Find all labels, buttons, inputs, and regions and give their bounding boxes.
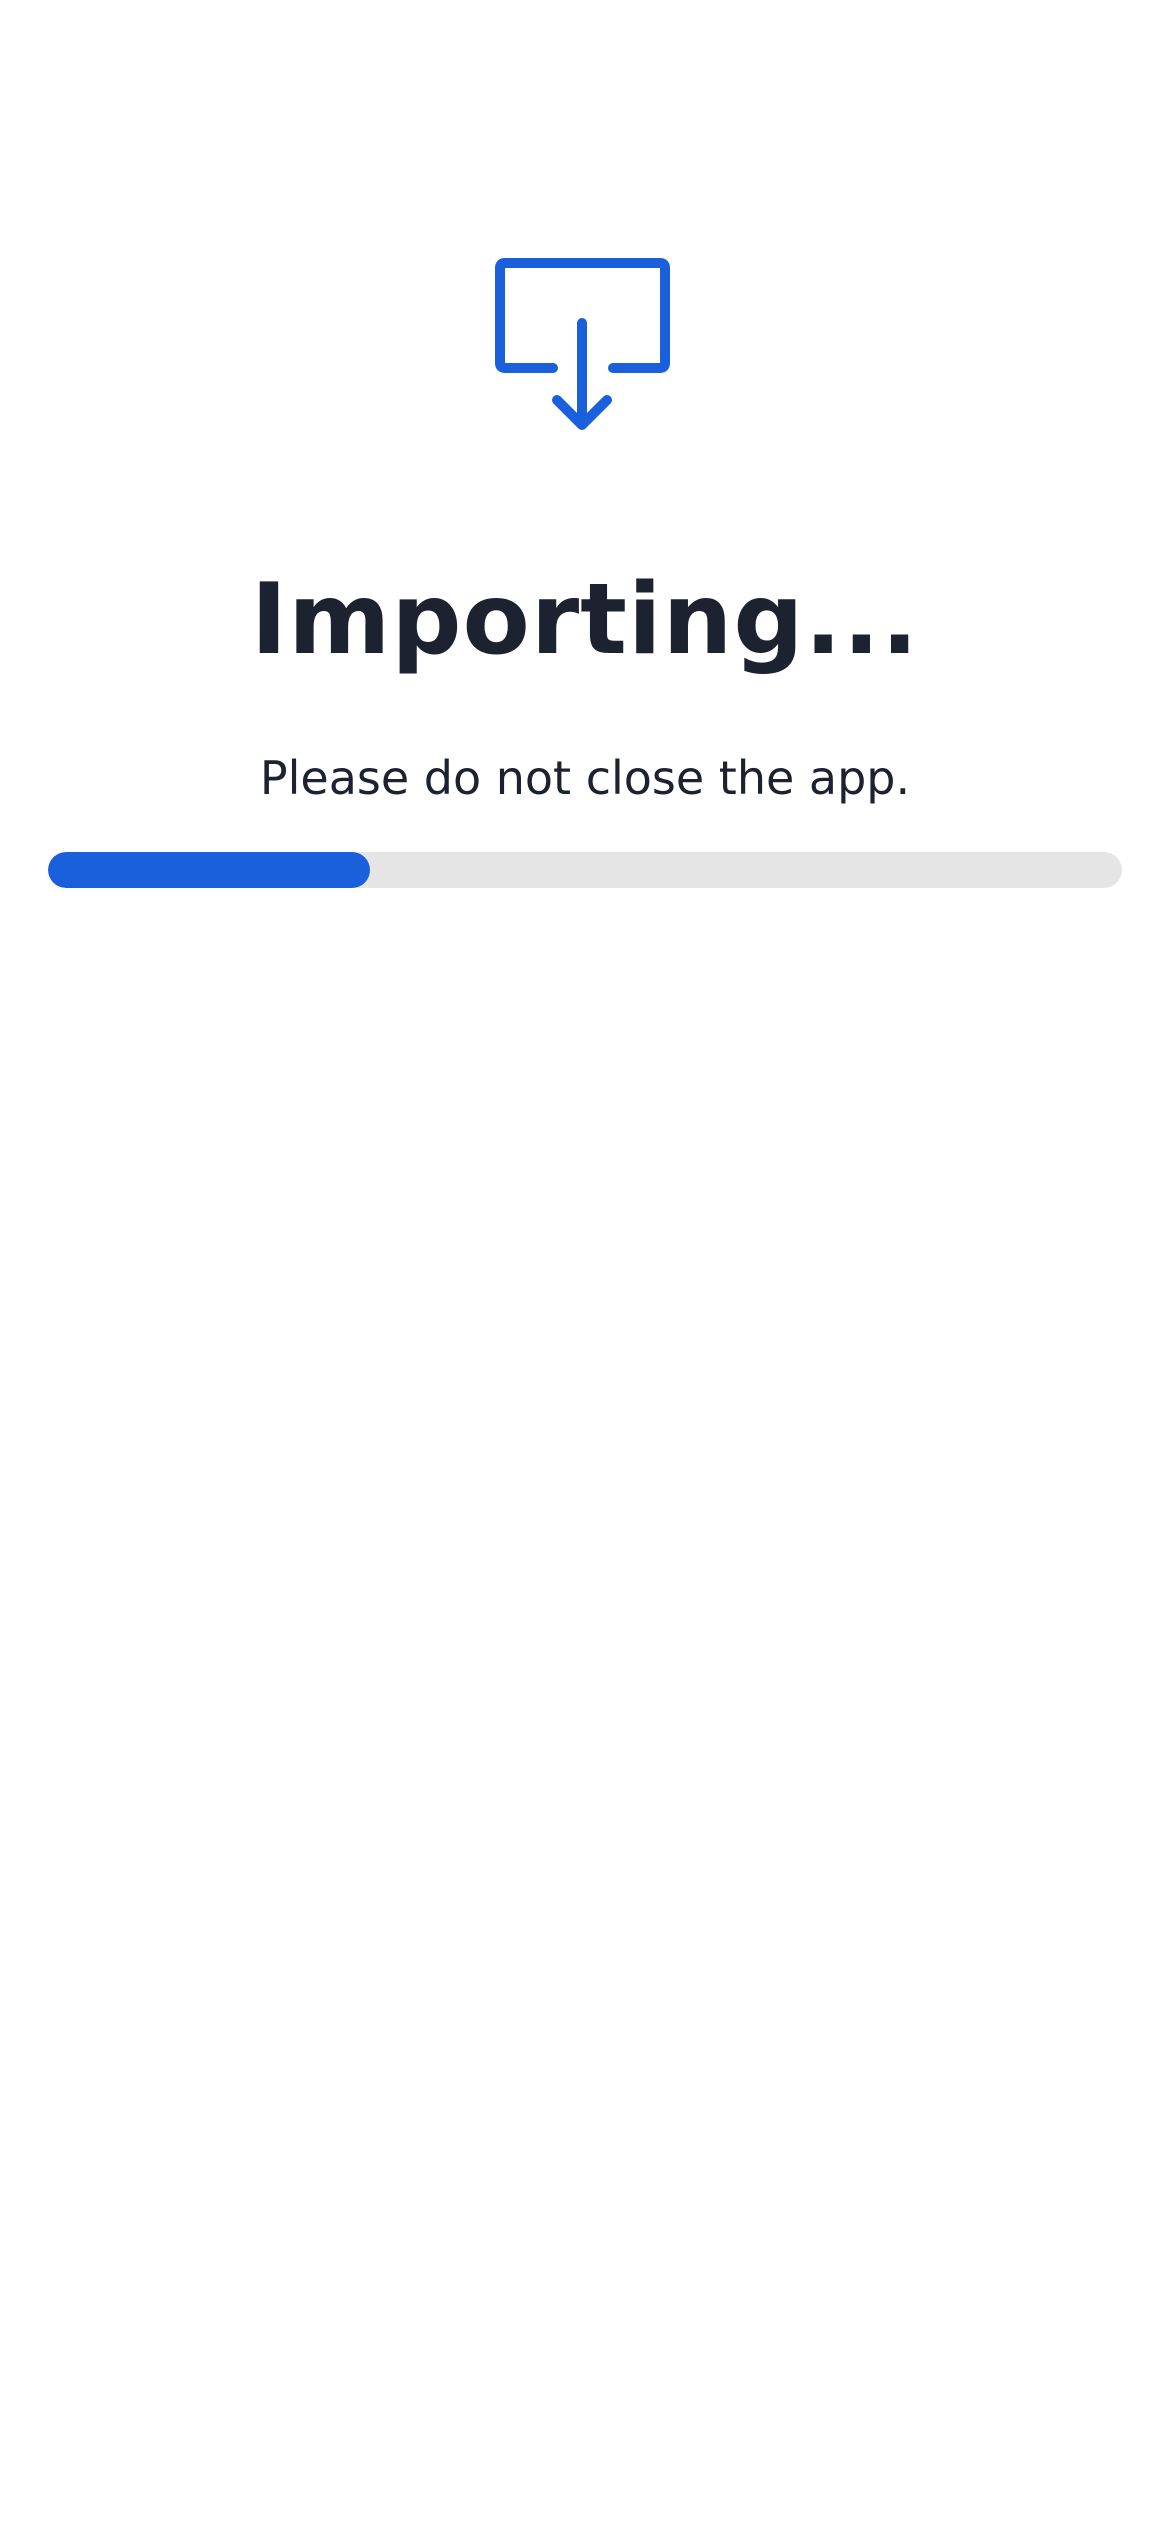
import-screen: Importing... Please do not close the app… xyxy=(0,0,1170,2532)
status-message: Please do not close the app. xyxy=(259,751,911,805)
page-title: Importing... xyxy=(250,563,920,677)
import-progress-bar xyxy=(48,852,1122,888)
import-icon xyxy=(495,258,675,436)
import-progress-fill xyxy=(48,852,371,888)
